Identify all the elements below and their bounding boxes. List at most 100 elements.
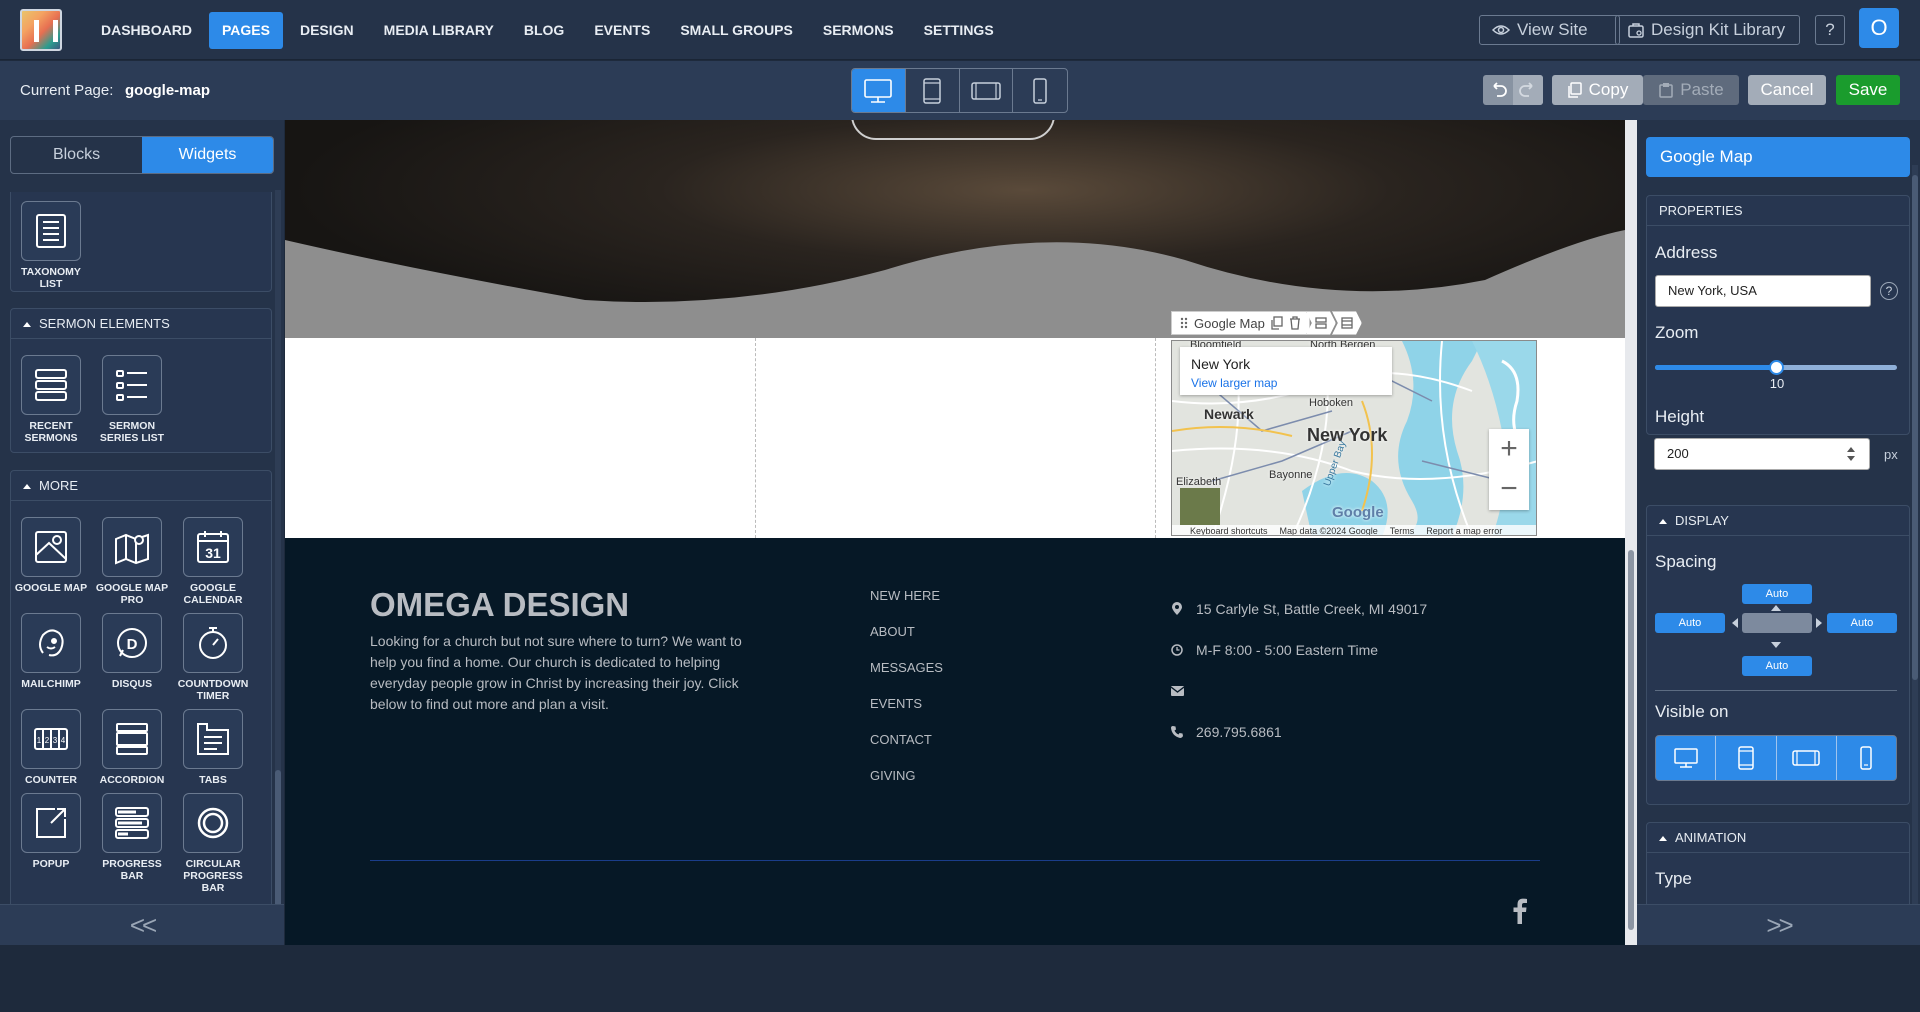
- visible-tablet-landscape-toggle[interactable]: [1777, 736, 1837, 780]
- parent-section-button[interactable]: [1331, 311, 1362, 335]
- report-error-link[interactable]: Report a map error: [1426, 525, 1502, 535]
- stepper-arrows-icon[interactable]: [1846, 444, 1856, 464]
- map-data-text: Map data ©2024 Google: [1279, 526, 1378, 536]
- tablet-view-button[interactable]: [906, 69, 960, 112]
- app-logo[interactable]: [20, 9, 62, 51]
- column-divider: [1155, 338, 1156, 538]
- nav-design[interactable]: DESIGN: [287, 12, 367, 49]
- address-input[interactable]: New York, USA: [1655, 275, 1871, 307]
- google-map-embed[interactable]: Bloomfield North Bergen Hoboken Newark N…: [1171, 340, 1537, 536]
- footer-link-about[interactable]: ABOUT: [870, 624, 943, 660]
- widget-counter[interactable]: 1234 COUNTER: [11, 709, 91, 786]
- footer-link-contact[interactable]: CONTACT: [870, 732, 943, 768]
- redo-button[interactable]: [1513, 75, 1543, 105]
- widget-recent-sermons[interactable]: RECENT SERMONS: [11, 355, 91, 444]
- nav-events[interactable]: EVENTS: [581, 12, 663, 49]
- widget-accordion[interactable]: ACCORDION: [92, 709, 172, 786]
- help-button[interactable]: ?: [1815, 15, 1845, 45]
- widget-google-map-pro[interactable]: GOOGLE MAP PRO: [92, 517, 172, 606]
- widget-sermon-series-list[interactable]: SERMON SERIES LIST: [92, 355, 172, 444]
- widget-tabs[interactable]: TABS: [173, 709, 253, 786]
- tab-blocks[interactable]: Blocks: [11, 137, 142, 173]
- nav-dashboard[interactable]: DASHBOARD: [88, 12, 205, 49]
- copy-icon: [1567, 82, 1583, 98]
- scrollbar-thumb[interactable]: [1628, 550, 1634, 930]
- design-kit-library-button[interactable]: Design Kit Library: [1615, 15, 1800, 45]
- visible-desktop-toggle[interactable]: [1656, 736, 1717, 780]
- left-scrollbar[interactable]: [275, 190, 281, 940]
- view-larger-map-link[interactable]: View larger map: [1191, 376, 1381, 390]
- right-scrollbar[interactable]: [1912, 165, 1918, 905]
- expand-right-panel-button[interactable]: >>: [1637, 904, 1920, 945]
- visible-tablet-toggle[interactable]: [1716, 736, 1777, 780]
- footer-link-events[interactable]: EVENTS: [870, 696, 943, 732]
- height-input[interactable]: 200: [1654, 438, 1870, 470]
- zoom-in-button[interactable]: +: [1489, 429, 1529, 469]
- zoom-slider[interactable]: [1655, 360, 1897, 375]
- visible-mobile-toggle[interactable]: [1837, 736, 1896, 780]
- editor-toolbar: Current Page: google-map Copy Paste Canc…: [0, 61, 1920, 120]
- main-nav: DASHBOARD PAGES DESIGN MEDIA LIBRARY BLO…: [88, 12, 1011, 49]
- widget-disqus[interactable]: D DISQUS: [92, 613, 172, 690]
- trash-icon[interactable]: [1289, 316, 1301, 330]
- display-header[interactable]: DISPLAY: [1647, 506, 1909, 536]
- properties-header[interactable]: PROPERTIES: [1647, 196, 1909, 226]
- mobile-view-button[interactable]: [1013, 69, 1067, 112]
- widget-label: GOOGLE MAP: [14, 582, 88, 594]
- spacing-right[interactable]: Auto: [1827, 613, 1897, 633]
- footer-link-giving[interactable]: GIVING: [870, 768, 943, 804]
- widget-toolbar-main[interactable]: Google Map: [1171, 311, 1310, 335]
- widget-progress-bar[interactable]: PROGRESS BAR: [92, 793, 172, 882]
- nav-blog[interactable]: BLOG: [511, 12, 577, 49]
- keyboard-shortcuts-link[interactable]: Keyboard shortcuts: [1190, 525, 1268, 535]
- zoom-out-button[interactable]: −: [1489, 469, 1529, 509]
- footer-link-messages[interactable]: MESSAGES: [870, 660, 943, 696]
- tab-widgets[interactable]: Widgets: [142, 137, 273, 173]
- widget-mailchimp[interactable]: MAILCHIMP: [11, 613, 91, 690]
- drag-handle-icon[interactable]: [1180, 317, 1188, 329]
- animation-header[interactable]: ANIMATION: [1647, 823, 1909, 853]
- duplicate-icon[interactable]: [1271, 316, 1283, 330]
- nav-pages[interactable]: PAGES: [209, 12, 283, 49]
- section-header[interactable]: MORE: [11, 471, 271, 501]
- footer-link-new-here[interactable]: NEW HERE: [870, 588, 943, 624]
- tablet-landscape-icon: [970, 80, 1002, 102]
- section-header[interactable]: SERMON ELEMENTS: [11, 309, 271, 339]
- widget-google-calendar[interactable]: 31 GOOGLE CALENDAR: [173, 517, 253, 606]
- facebook-icon[interactable]: [1513, 898, 1527, 924]
- terms-link[interactable]: Terms: [1390, 525, 1415, 535]
- save-button[interactable]: Save: [1836, 75, 1900, 105]
- widget-countdown-timer[interactable]: COUNTDOWN TIMER: [173, 613, 253, 702]
- footer-divider: [370, 860, 1540, 861]
- spacing-bottom[interactable]: Auto: [1742, 656, 1812, 676]
- widget-google-map[interactable]: GOOGLE MAP: [11, 517, 91, 594]
- scrollbar-thumb[interactable]: [1912, 175, 1918, 680]
- zoom-slider-handle[interactable]: [1769, 360, 1784, 375]
- widget-taxonomy-list[interactable]: TAXONOMY LIST: [11, 201, 91, 290]
- nav-settings[interactable]: SETTINGS: [911, 12, 1007, 49]
- svg-text:D: D: [127, 636, 138, 653]
- map-label: Newark: [1204, 406, 1254, 422]
- view-site-button[interactable]: View Site: [1479, 15, 1620, 45]
- tablet-landscape-view-button[interactable]: [960, 69, 1014, 112]
- widget-popup[interactable]: POPUP: [11, 793, 91, 870]
- nav-sermons[interactable]: SERMONS: [810, 12, 907, 49]
- undo-button[interactable]: [1483, 75, 1513, 105]
- spacing-left[interactable]: Auto: [1655, 613, 1725, 633]
- user-avatar[interactable]: O: [1859, 8, 1899, 48]
- address-help-icon[interactable]: ?: [1880, 282, 1898, 300]
- nav-media-library[interactable]: MEDIA LIBRARY: [371, 12, 507, 49]
- copy-button[interactable]: Copy: [1552, 75, 1643, 105]
- desktop-view-button[interactable]: [852, 69, 906, 112]
- taxonomy-list-icon: [21, 201, 81, 261]
- paste-button[interactable]: Paste: [1643, 75, 1739, 105]
- widget-circular-progress-bar[interactable]: CIRCULAR PROGRESS BAR: [173, 793, 253, 894]
- nav-small-groups[interactable]: SMALL GROUPS: [667, 12, 806, 49]
- widget-label: GOOGLE MAP PRO: [95, 582, 169, 606]
- spacing-top[interactable]: Auto: [1742, 584, 1812, 604]
- widget-toolbar: Google Map: [1171, 311, 1362, 335]
- collapse-left-panel-button[interactable]: <<: [0, 904, 284, 945]
- parent-row-button[interactable]: [1305, 311, 1336, 335]
- cancel-button[interactable]: Cancel: [1748, 75, 1826, 105]
- canvas-scrollbar[interactable]: [1625, 120, 1637, 945]
